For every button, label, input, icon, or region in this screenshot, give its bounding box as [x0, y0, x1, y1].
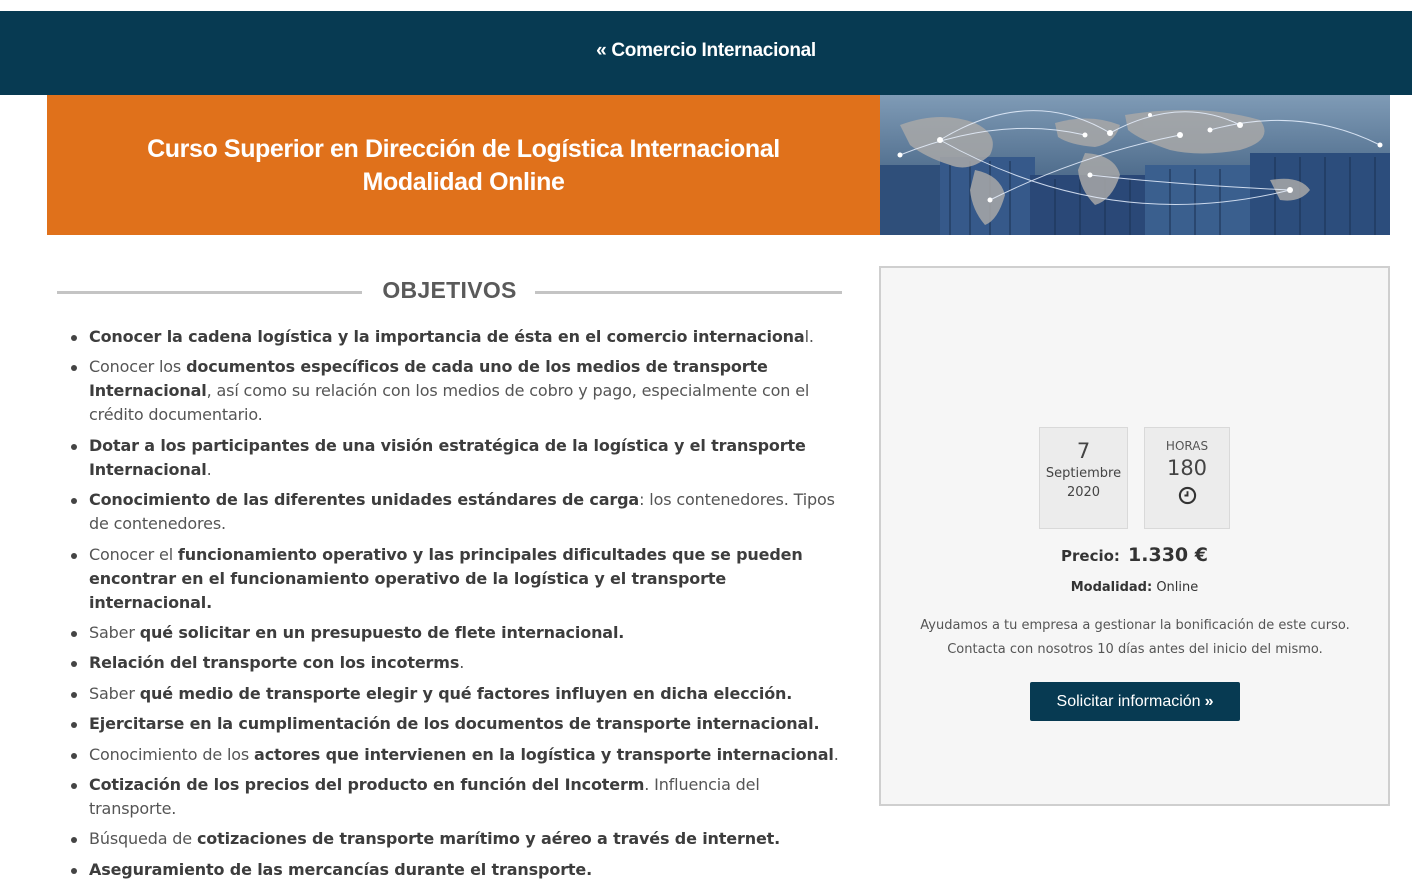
course-modality-line: Modalidad Online — [362, 168, 565, 196]
course-banner: Curso Superior en Dirección de Logística… — [47, 95, 1390, 235]
top-bar: « Comercio Internacional — [0, 11, 1412, 95]
hours-label: HORAS — [1165, 439, 1209, 453]
course-title-line: Curso Superior en Dirección de Logística… — [147, 135, 780, 163]
objective-item: Ejercitarse en la cumplimentación de los… — [71, 712, 849, 736]
objective-text-bold: qué medio de transporte elegir y qué fac… — [139, 683, 793, 703]
objective-text: Conocer los — [89, 357, 187, 377]
objective-text: l. — [804, 327, 814, 346]
objective-item: Conocer el funcionamiento operativo y la… — [71, 543, 849, 615]
world-network-containers-image — [880, 95, 1390, 235]
objective-text-bold: Conocer la cadena logística y la importa… — [89, 327, 805, 346]
objective-text: Saber — [89, 622, 140, 642]
objectives-heading: OBJETIVOS — [382, 277, 517, 303]
objective-text-bold: Conocimiento de las diferentes unidades … — [89, 490, 640, 510]
objective-item: Aseguramiento de las mercancías durante … — [71, 858, 849, 882]
heading-divider-left — [57, 291, 362, 294]
objective-text: . — [459, 653, 465, 673]
hours-box: HORAS 180 — [1144, 427, 1230, 529]
objective-text: Conocimiento de los — [89, 744, 255, 764]
objective-text-bold: qué solicitar en un presupuesto de flete… — [139, 622, 625, 642]
objectives-section-heading: OBJETIVOS — [57, 277, 842, 307]
objective-item: Relación del transporte con los incoterm… — [71, 651, 849, 675]
heading-divider-right — [535, 291, 842, 294]
objective-text: Conocer el — [89, 544, 178, 564]
objective-text-bold: Cotización de los precios del producto e… — [89, 774, 645, 794]
price-line: Precio: 1.330 € — [881, 544, 1388, 566]
course-title: Curso Superior en Dirección de Logística… — [47, 133, 880, 199]
objective-item: Dotar a los participantes de una visión … — [71, 434, 849, 482]
objective-item: Cotización de los precios del producto e… — [71, 773, 849, 821]
objective-text-bold: actores que intervienen en la logística … — [254, 744, 834, 764]
double-chevron-right-icon: » — [1204, 693, 1214, 710]
objective-item: Saber qué solicitar en un presupuesto de… — [71, 621, 849, 645]
objective-item: Conocimiento de los actores que intervie… — [71, 743, 849, 767]
start-year: 2020 — [1066, 485, 1101, 500]
objective-item: Conocer los documentos específicos de ca… — [71, 355, 849, 427]
price-value: 1.330 € — [1128, 544, 1208, 566]
price-label: Precio: — [1061, 547, 1120, 565]
modality-label: Modalidad: — [1070, 580, 1153, 595]
objective-item: Conocimiento de las diferentes unidades … — [71, 488, 849, 536]
objective-text-bold: cotizaciones de transporte marítimo y aé… — [196, 829, 781, 849]
request-info-label: Solicitar información — [1056, 693, 1201, 710]
start-date-box: 7 Septiembre 2020 — [1039, 427, 1128, 529]
objective-text-bold: Aseguramiento de las mercancías durante … — [89, 859, 593, 879]
objective-text: . — [206, 459, 212, 479]
objective-text-bold: Relación del transporte con los incoterm… — [89, 653, 460, 673]
start-month: Septiembre — [1045, 466, 1122, 481]
objective-item: Saber qué medio de transporte elegir y q… — [71, 682, 849, 706]
clock-icon — [1178, 486, 1197, 509]
banner-title-panel: Curso Superior en Dirección de Logística… — [47, 95, 880, 235]
objective-text: . — [833, 744, 839, 764]
objective-text: Saber — [89, 683, 140, 703]
objective-item: Conocer la cadena logística y la importa… — [71, 325, 849, 349]
objective-text-bold: funcionamiento operativo y las principal… — [89, 544, 803, 612]
objective-text-bold: Dotar a los participantes de una visión … — [89, 435, 806, 479]
modality-line: Modalidad: Online — [881, 580, 1388, 595]
request-info-button[interactable]: Solicitar información» — [1030, 682, 1240, 721]
back-to-category-link[interactable]: « Comercio Internacional — [0, 40, 1412, 62]
objectives-list: Conocer la cadena logística y la importa… — [71, 325, 849, 888]
start-day: 7 — [1076, 439, 1091, 463]
objective-text-bold: Ejercitarse en la cumplimentación de los… — [89, 714, 820, 734]
hours-value: 180 — [1166, 456, 1208, 480]
objective-item: Búsqueda de cotizaciones de transporte m… — [71, 827, 849, 851]
modality-value: Online — [1156, 580, 1199, 595]
objective-text: Búsqueda de — [89, 829, 197, 849]
bonus-note: Ayudamos a tu empresa a gestionar la bon… — [920, 618, 1350, 657]
course-info-panel: 7 Septiembre 2020 HORAS 180 Precio: 1.33… — [879, 266, 1390, 806]
